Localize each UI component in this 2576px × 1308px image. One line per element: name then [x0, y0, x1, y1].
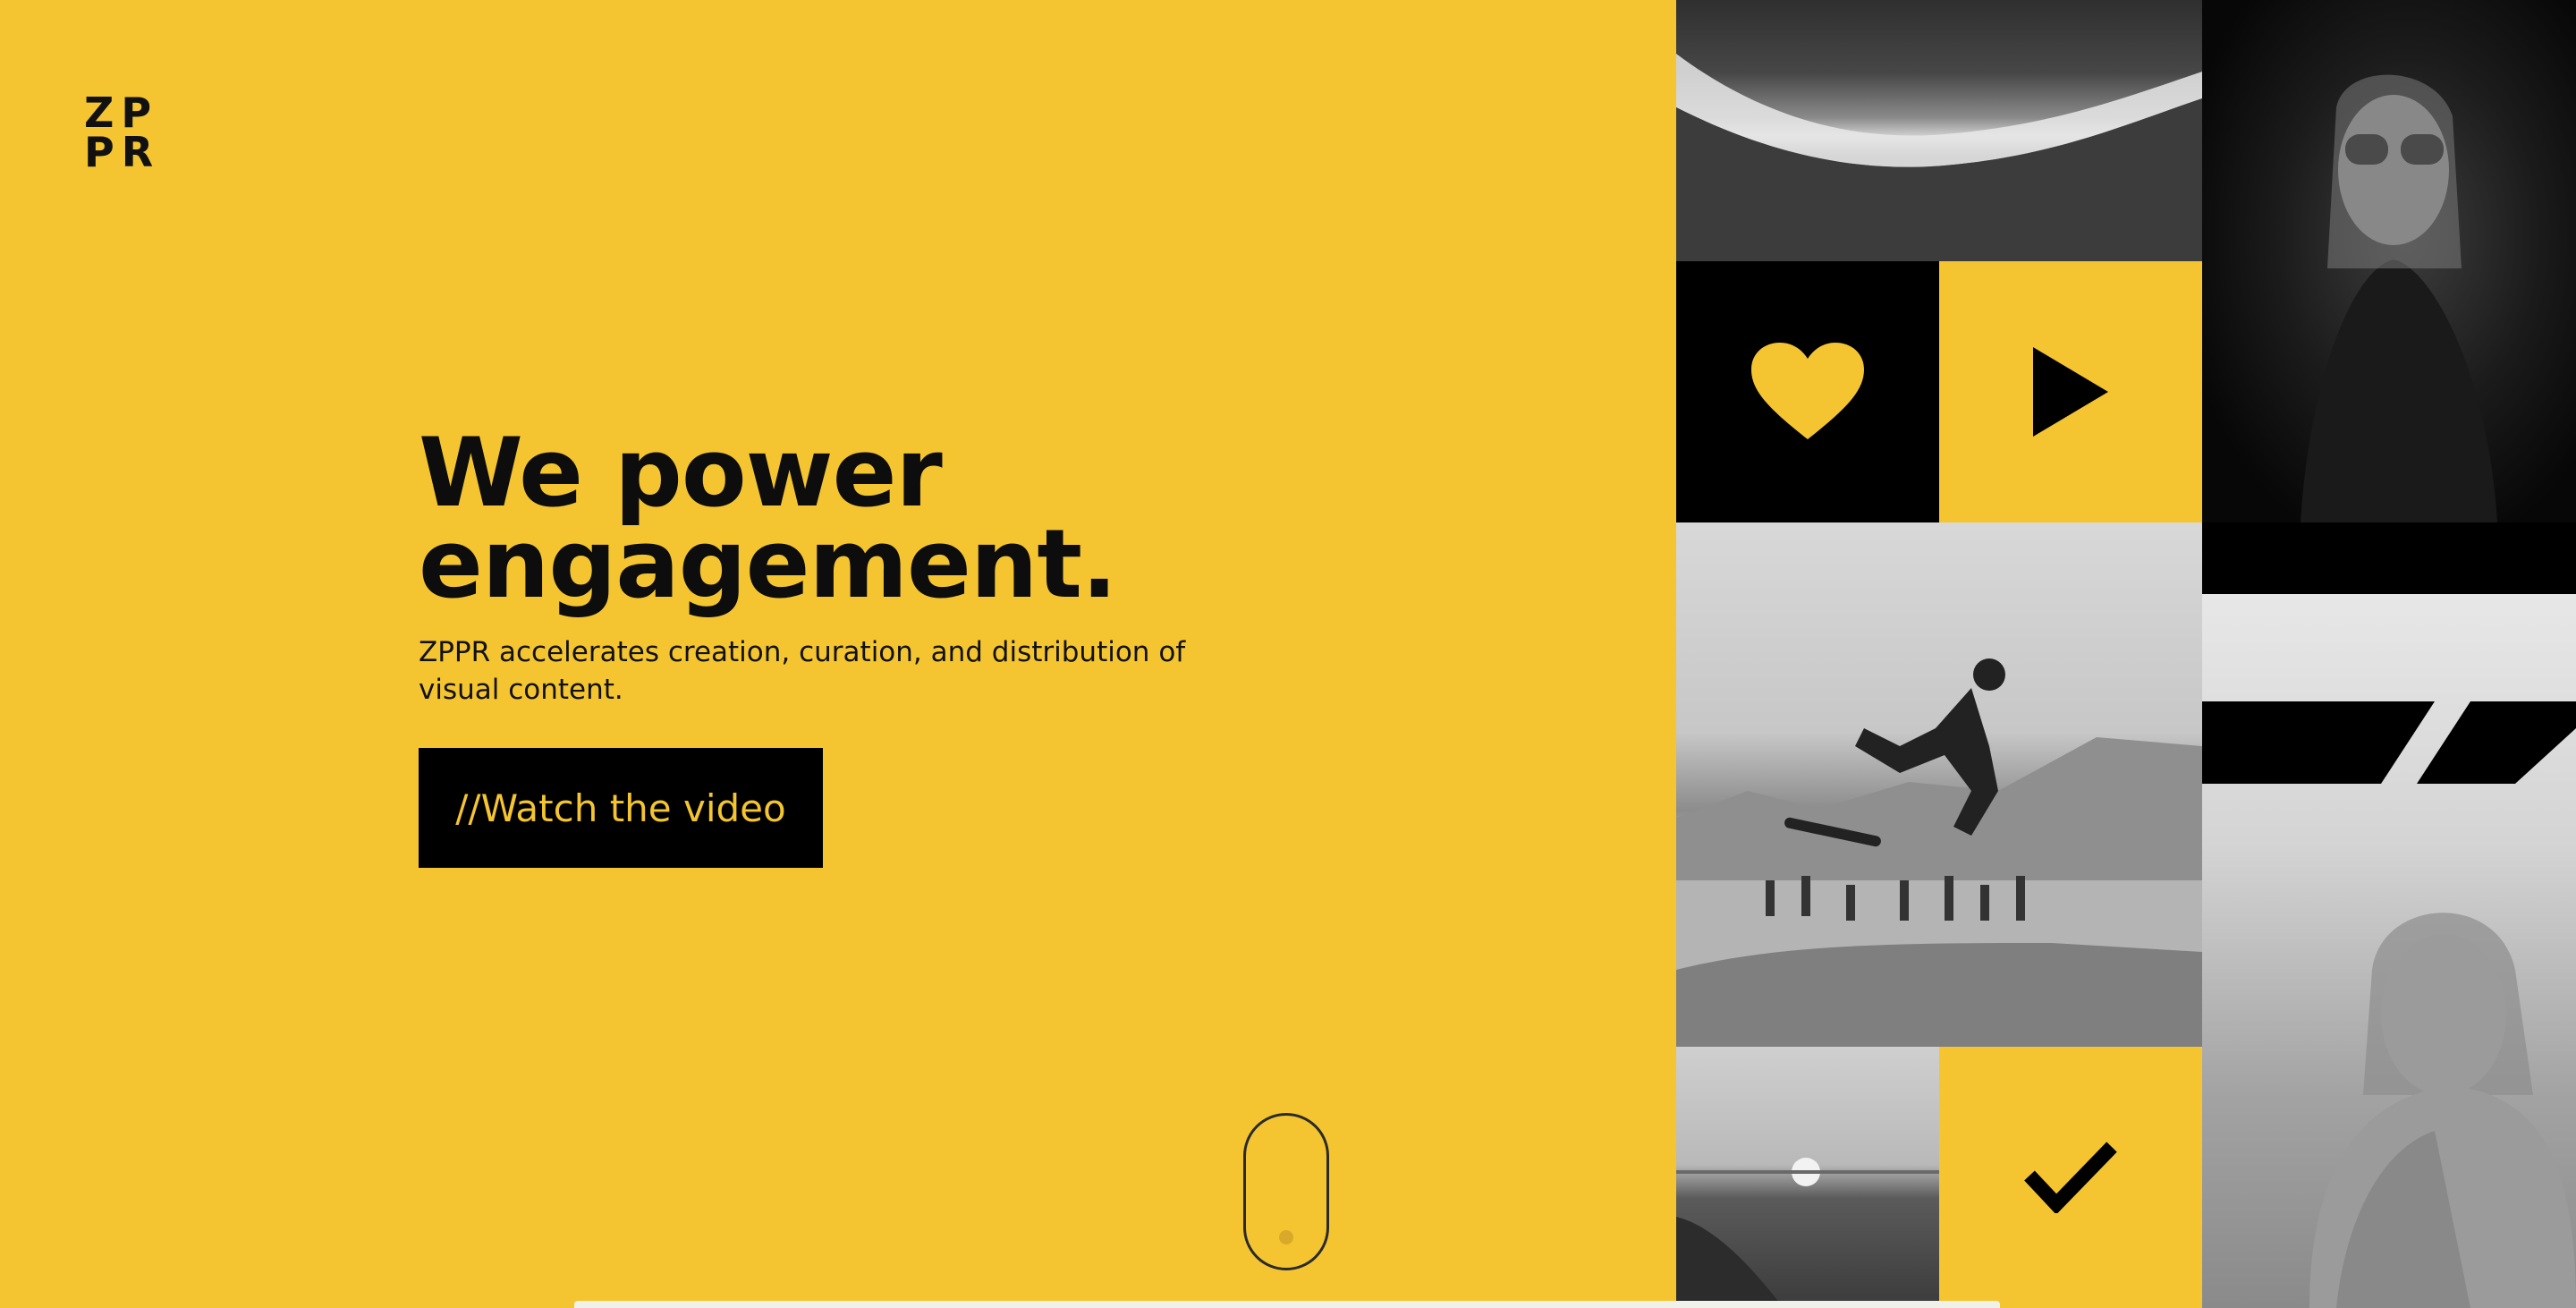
- check-icon: [2024, 1142, 2117, 1213]
- zppr-logo[interactable]: ZP PR: [84, 89, 161, 176]
- logo-line-2: PR: [84, 128, 161, 176]
- play-icon: [2033, 347, 2108, 437]
- sea-horizon-photo: [1676, 1047, 1939, 1308]
- ocean-shore-art: [1676, 54, 2202, 261]
- hero-subtext: ZPPR accelerates creation, curation, and…: [419, 636, 1186, 706]
- heart-icon: [1751, 343, 1864, 441]
- woman-sunglasses-photo: [2202, 0, 2576, 522]
- logo-line-1: ZP: [84, 89, 159, 137]
- z-stripe-right: [2417, 701, 2576, 784]
- ocean-shore-photo: [1676, 0, 2202, 261]
- skateboarder-art: [1676, 658, 2202, 1047]
- headline-line-1: We power: [419, 418, 943, 528]
- skateboarder-photo: [1676, 522, 2202, 1047]
- woman-blanket-photo: [2202, 594, 2576, 1308]
- woman-blanket-art: [2202, 701, 2576, 1308]
- scroll-dot: [1279, 1230, 1293, 1244]
- headline-line-2: engagement.: [419, 509, 1117, 619]
- bottom-bar: [574, 1301, 2000, 1308]
- hero-section: ZP PR We power engagement. ZPPR accelera…: [0, 0, 1676, 1308]
- watch-video-button[interactable]: //Watch the video: [419, 748, 823, 868]
- play-tile[interactable]: [1939, 261, 2202, 522]
- sea-horizon-art: [1676, 1158, 1939, 1308]
- black-strip: [2202, 522, 2576, 594]
- woman-sunglasses-art: [2301, 74, 2497, 522]
- hero-headline: We power engagement.: [419, 418, 1117, 619]
- check-tile[interactable]: [1939, 1047, 2202, 1308]
- landing-page: ZP PR We power engagement. ZPPR accelera…: [0, 0, 2576, 1308]
- heart-tile[interactable]: [1676, 261, 1939, 522]
- scroll-indicator[interactable]: [1243, 1113, 1329, 1270]
- z-stripe-left: [2202, 701, 2435, 784]
